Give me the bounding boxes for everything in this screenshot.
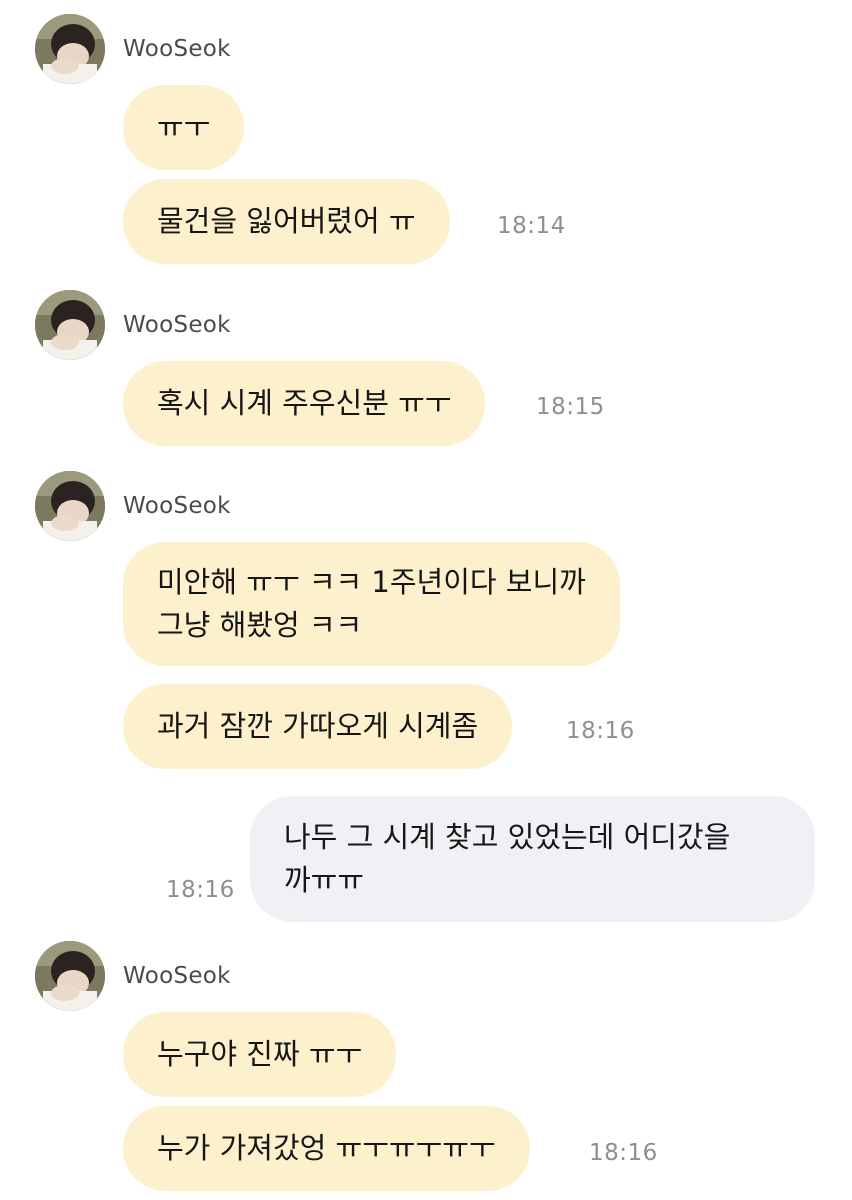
sender-name: WooSeok xyxy=(123,36,231,62)
timestamp: 18:16 xyxy=(589,1140,658,1166)
message-bubble[interactable]: 누구야 진짜 ㅠㅜ xyxy=(123,1012,397,1097)
message-bubble[interactable]: 혹시 시계 주우신분 ㅠㅜ xyxy=(123,361,486,446)
timestamp: 18:15 xyxy=(536,394,605,420)
sender-name: WooSeok xyxy=(123,493,231,519)
timestamp: 18:14 xyxy=(497,213,566,239)
message-line: 나두 그 시계 찾고 있었는데 어디갔을 xyxy=(284,820,731,854)
message-bubble[interactable]: 물건을 잃어버렸어 ㅠ xyxy=(123,179,450,264)
message-bubble[interactable]: 과거 잠깐 가따오게 시계좀 xyxy=(123,684,513,769)
message-bubble-multiline[interactable]: 미안해 ㅠㅜ ㅋㅋ 1주년이다 보니까 그냥 해봤엉 ㅋㅋ xyxy=(123,542,620,666)
message-line: 그냥 해봤엉 ㅋㅋ xyxy=(157,608,363,642)
avatar[interactable] xyxy=(35,471,105,541)
sender-name: WooSeok xyxy=(123,312,231,338)
avatar[interactable] xyxy=(35,290,105,360)
timestamp: 18:16 xyxy=(166,877,235,903)
message-bubble-outgoing[interactable]: 나두 그 시계 찾고 있었는데 어디갔을 까ㅠㅠ xyxy=(250,796,815,922)
message-bubble[interactable]: 누가 가져갔엉 ㅠㅜㅠㅜㅠㅜ xyxy=(123,1106,530,1191)
avatar[interactable] xyxy=(35,14,105,84)
message-line: 미안해 ㅠㅜ ㅋㅋ 1주년이다 보니까 xyxy=(157,565,586,599)
avatar[interactable] xyxy=(35,941,105,1011)
message-bubble[interactable]: ㅠㅜ xyxy=(123,85,245,170)
timestamp: 18:16 xyxy=(566,718,635,744)
message-line: 까ㅠㅠ xyxy=(284,863,365,897)
sender-name: WooSeok xyxy=(123,963,231,989)
